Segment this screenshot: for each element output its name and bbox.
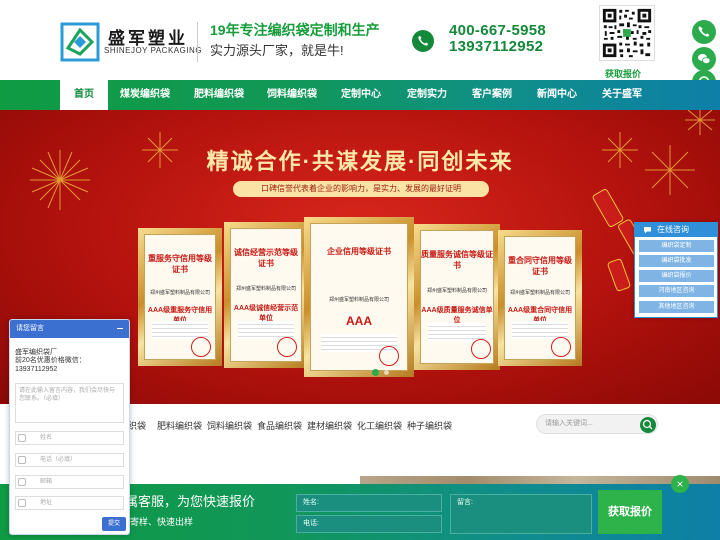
nav-item-strength[interactable]: 定制实力 xyxy=(402,80,452,110)
nav-item-news[interactable]: 新闻中心 xyxy=(532,80,582,110)
consult-item-henan[interactable]: 河南地区咨询 xyxy=(639,285,714,297)
certificate-company: 郑州盛军塑料制品有限公司 xyxy=(509,290,570,296)
qr-label: 获取报价 xyxy=(605,69,642,79)
message-submit-button[interactable]: 提交 xyxy=(102,517,126,531)
nav-item-fertilizer-bags[interactable]: 肥料编织袋 xyxy=(188,80,250,110)
mail-icon xyxy=(18,478,26,486)
certificate-grade: AAA级质量服务诚信单位 xyxy=(421,307,493,324)
rail-wechat-button[interactable] xyxy=(692,47,716,71)
user-icon xyxy=(18,434,26,442)
nav-item-about[interactable]: 关于盛军 xyxy=(597,80,647,110)
category-link[interactable]: 肥料编织袋 xyxy=(157,419,202,432)
logo-subtext: SHINEJOY PACKAGING xyxy=(104,46,203,55)
phone-icon xyxy=(698,26,710,37)
close-icon[interactable]: × xyxy=(671,475,689,493)
message-address-input[interactable]: 地址 xyxy=(15,496,124,510)
category-link[interactable]: 化工编织袋 xyxy=(357,419,402,432)
rail-phone-button[interactable] xyxy=(692,20,716,44)
nav-item-cases[interactable]: 客户案例 xyxy=(467,80,517,110)
nav-item-custom-center[interactable]: 定制中心 xyxy=(336,80,386,110)
consult-header: 在线咨询 xyxy=(635,223,717,237)
placeholder: 电话（必填） xyxy=(40,457,77,463)
certificate-title: 重合同守信用等级证书 xyxy=(508,256,572,276)
nav-item-feed-bags[interactable]: 饲料编织袋 xyxy=(261,80,323,110)
phone-icon xyxy=(18,456,26,464)
message-widget-header[interactable]: 请您留言 xyxy=(10,320,129,338)
certificate-title: 质量服务诚信等级证书 xyxy=(421,250,493,270)
seal-icon xyxy=(277,337,297,357)
banner-title: 精诚合作·共谋发展·同创未来 xyxy=(206,149,514,174)
banner-subtitle: 口碑信誉代表着企业的影响力，是实力、发展的最好证明 xyxy=(233,181,489,197)
category-link[interactable]: 饲料编织袋 xyxy=(207,419,252,432)
quote-phone-input[interactable]: 电话: xyxy=(296,515,442,533)
slogan-sub: 实力源头厂家，就是牛! xyxy=(210,43,344,58)
seal-icon xyxy=(191,337,211,357)
category-link[interactable]: 种子编织袋 xyxy=(407,419,452,432)
leave-message-widget: 请您留言 盛军编织袋厂 前20名优惠价格微信：13937112952 请在此输入… xyxy=(9,319,130,535)
minimize-icon[interactable] xyxy=(117,328,123,329)
message-phone-input[interactable]: 电话（必填） xyxy=(15,453,124,467)
online-consult-panel: 在线咨询 编织袋定制 编织袋批发 编织袋报价 河南地区咨询 其他地区咨询 xyxy=(634,222,718,318)
certificate-card: 质量服务诚信等级证书 郑州盛军塑料制品有限公司 AAA级质量服务诚信单位 xyxy=(414,224,500,370)
placeholder: 邮箱 xyxy=(40,479,53,485)
certificate-company: 郑州盛军塑料制品有限公司 xyxy=(149,290,210,296)
certificate-title: 诚信经营示范等级证书 xyxy=(234,248,298,268)
location-icon xyxy=(18,499,26,507)
nav-item-coal-bags[interactable]: 煤炭编织袋 xyxy=(114,80,176,110)
consult-item-custom[interactable]: 编织袋定制 xyxy=(639,240,714,252)
consult-item-quote[interactable]: 编织袋报价 xyxy=(639,270,714,282)
quote-bar-title: 专属客服，为您快速报价 xyxy=(112,494,256,509)
message-widget-title: 请您留言 xyxy=(16,325,44,332)
chat-bubble-icon xyxy=(644,227,651,234)
consult-item-wholesale[interactable]: 编织袋批发 xyxy=(639,255,714,267)
quote-message-input[interactable]: 留言: xyxy=(450,494,592,534)
placeholder: 地址 xyxy=(40,500,53,506)
certificate-company: 郑州盛军塑料制品有限公司 xyxy=(426,288,487,294)
certificate-grade: AAA xyxy=(346,314,372,328)
get-quote-button[interactable]: 获取报价 xyxy=(598,490,662,534)
quote-name-input[interactable]: 姓名: xyxy=(296,494,442,512)
message-email-input[interactable]: 邮箱 xyxy=(15,475,124,489)
logo-icon[interactable] xyxy=(60,22,100,62)
consult-title: 在线咨询 xyxy=(657,225,689,234)
certificate-company: 郑州盛军塑料制品有限公司 xyxy=(328,297,389,303)
certificate-company: 郑州盛军塑料制品有限公司 xyxy=(235,286,296,292)
hotline-number[interactable]: 400-667-5958 xyxy=(449,22,546,39)
category-link[interactable]: 建材编织袋 xyxy=(307,419,352,432)
slide-indicator[interactable] xyxy=(384,370,389,375)
search-icon xyxy=(642,419,653,430)
certificate-grade: AAA级诚信经营示范单位 xyxy=(233,305,299,322)
slide-indicator-active[interactable] xyxy=(372,369,379,376)
certificate-title: 企业信用等级证书 xyxy=(327,247,391,256)
main-nav: 首页 煤炭编织袋 肥料编织袋 饲料编织袋 定制中心 定制实力 客户案例 新闻中心… xyxy=(0,80,720,110)
certificate-card: 企业信用等级证书 郑州盛军塑料制品有限公司 AAA xyxy=(304,217,414,377)
certificate-card: 诚信经营示范等级证书 郑州盛军塑料制品有限公司 AAA级诚信经营示范单位 xyxy=(224,222,308,368)
certificate-card: 重合同守信用等级证书 郑州盛军塑料制品有限公司 AAA级重合同守信用单位 xyxy=(498,230,582,366)
qr-code-icon xyxy=(599,5,655,61)
phone-icon xyxy=(412,30,434,52)
mobile-number[interactable]: 13937112952 xyxy=(449,38,543,55)
consult-item-other[interactable]: 其他地区咨询 xyxy=(639,301,714,313)
site-header: 盛军塑业 SHINEJOY PACKAGING 19年专注编织袋定制和生产 实力… xyxy=(0,0,720,80)
seal-icon xyxy=(379,346,399,366)
placeholder: 姓名 xyxy=(40,435,53,441)
seal-icon xyxy=(551,337,571,357)
seal-icon xyxy=(471,339,491,359)
certificate-title: 重服务守信用等级证书 xyxy=(148,254,212,274)
category-link[interactable]: 食品编织袋 xyxy=(257,419,302,432)
search-button[interactable] xyxy=(640,417,656,433)
certificate-card: 重服务守信用等级证书 郑州盛军塑料制品有限公司 AAA级重服务守信用单位 xyxy=(138,228,222,366)
header-divider xyxy=(197,22,198,62)
message-name-input[interactable]: 姓名 xyxy=(15,431,124,445)
slogan-main: 19年专注编织袋定制和生产 xyxy=(210,22,380,38)
category-link[interactable]: 织袋 xyxy=(128,419,146,432)
message-desc: 前20名优惠价格微信：13937112952 xyxy=(15,357,86,373)
nav-item-home[interactable]: 首页 xyxy=(60,80,108,110)
message-textarea[interactable]: 请在此输入留言内容，我们会尽快与您联系。（必填） xyxy=(15,383,124,423)
wechat-icon xyxy=(698,53,711,65)
